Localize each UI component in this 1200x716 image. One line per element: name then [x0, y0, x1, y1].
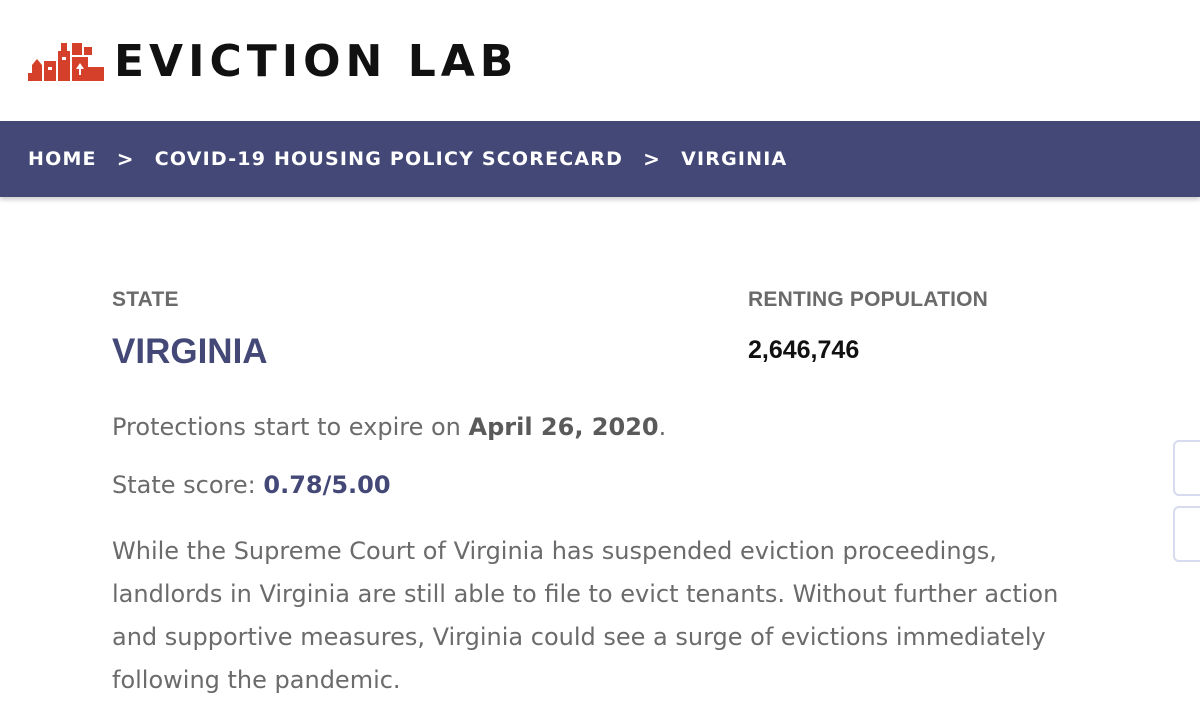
renting-population-value: 2,646,746 — [748, 336, 860, 364]
state-score-value: 0.78/5.00 — [263, 471, 391, 499]
site-logo-link[interactable]: EVICTION LAB — [28, 40, 518, 84]
side-tab-button[interactable] — [1173, 506, 1200, 562]
state-label: STATE — [112, 288, 179, 311]
expiration-prefix: Protections start to expire on — [112, 413, 461, 441]
chevron-right-icon: > — [116, 147, 135, 171]
chevron-right-icon: > — [643, 147, 662, 171]
expiration-suffix: . — [658, 413, 667, 441]
houses-icon — [28, 43, 104, 81]
state-score-label: State score: — [112, 471, 256, 499]
state-description: While the Supreme Court of Virginia has … — [112, 537, 1059, 694]
breadcrumb-scorecard[interactable]: COVID-19 HOUSING POLICY SCORECARD — [155, 148, 623, 170]
breadcrumb-bar: HOME > COVID-19 HOUSING POLICY SCORECARD… — [0, 121, 1200, 197]
expiration-line: Protections start to expire on April 26,… — [112, 413, 666, 441]
state-score-line: State score: 0.78/5.00 — [112, 471, 391, 499]
breadcrumb-home[interactable]: HOME — [28, 148, 97, 170]
breadcrumb-current-state[interactable]: VIRGINIA — [681, 148, 787, 170]
breadcrumb: HOME > COVID-19 HOUSING POLICY SCORECARD… — [28, 121, 787, 197]
side-tab-button[interactable] — [1173, 440, 1200, 496]
logo-text: EVICTION LAB — [114, 36, 519, 87]
expiration-date: April 26, 2020 — [468, 413, 659, 441]
state-name: VIRGINIA — [112, 332, 268, 371]
renting-population-label: RENTING POPULATION — [748, 288, 989, 311]
site-header: EVICTION LAB — [0, 0, 1200, 121]
